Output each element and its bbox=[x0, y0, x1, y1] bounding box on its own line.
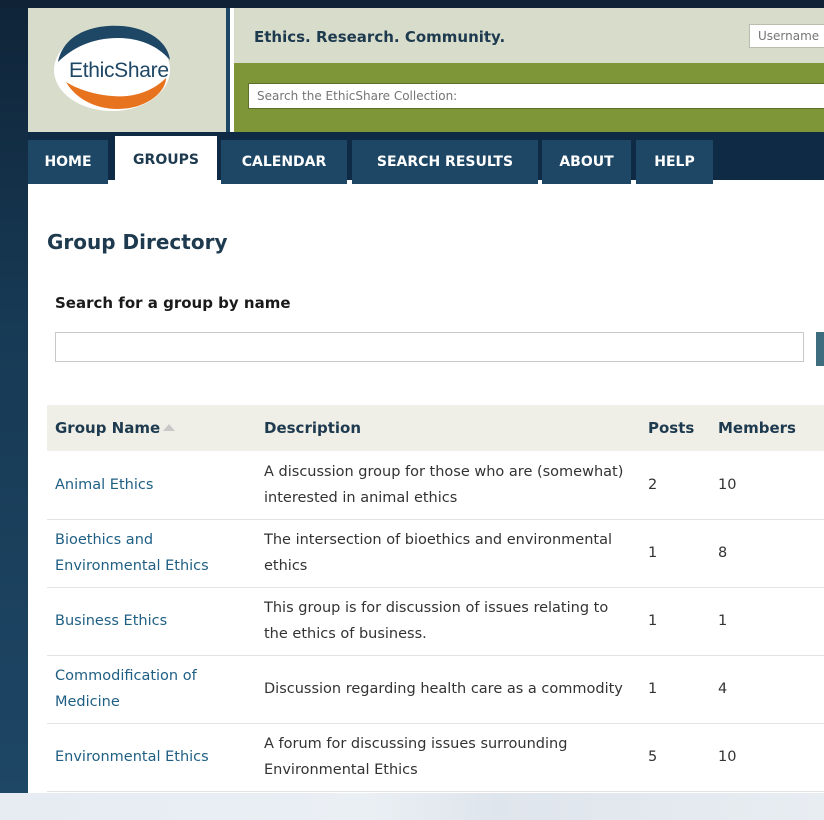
group-name-cell: Animal Ethics bbox=[47, 451, 255, 520]
nav-about[interactable]: ABOUT bbox=[542, 140, 631, 184]
header-group-name[interactable]: Group Name bbox=[47, 405, 255, 451]
group-table: Group Name Description Posts Members Ani… bbox=[47, 405, 824, 792]
group-link[interactable]: Environmental Ethics bbox=[55, 749, 209, 765]
tagline-bar: Ethics. Research. Community. bbox=[234, 8, 824, 63]
nav-groups[interactable]: GROUPS bbox=[115, 136, 217, 184]
group-name-cell: Environmental Ethics bbox=[47, 723, 255, 792]
group-link[interactable]: Commodification of Medicine bbox=[55, 668, 197, 710]
group-members: 4 bbox=[709, 655, 824, 724]
logo-text: EthicShare bbox=[69, 59, 169, 82]
group-posts: 5 bbox=[639, 723, 709, 792]
group-posts: 1 bbox=[639, 587, 709, 656]
header-posts[interactable]: Posts bbox=[639, 405, 709, 451]
page-background-left bbox=[0, 0, 30, 820]
header-members[interactable]: Members bbox=[709, 405, 824, 451]
page-background-top bbox=[0, 0, 824, 8]
group-posts: 1 bbox=[639, 655, 709, 724]
group-members: 10 bbox=[709, 451, 824, 520]
group-search-input[interactable] bbox=[55, 332, 804, 362]
group-description: This group is for discussion of issues r… bbox=[255, 587, 639, 656]
nav-home[interactable]: HOME bbox=[28, 140, 108, 184]
group-description: A forum for discussing issues surroundin… bbox=[255, 723, 639, 792]
page-title: Group Directory bbox=[47, 230, 228, 254]
group-members: 8 bbox=[709, 519, 824, 588]
bottom-strip bbox=[0, 793, 824, 820]
table-row: Business Ethics This group is for discus… bbox=[47, 587, 824, 656]
collection-search-bar bbox=[234, 63, 824, 132]
group-description: Discussion regarding health care as a co… bbox=[255, 655, 639, 724]
group-description: A discussion group for those who are (so… bbox=[255, 451, 639, 520]
group-posts: 1 bbox=[639, 519, 709, 588]
table-row: Animal Ethics A discussion group for tho… bbox=[47, 451, 824, 520]
group-link[interactable]: Animal Ethics bbox=[55, 477, 153, 493]
table-row: Bioethics and Environmental Ethics The i… bbox=[47, 519, 824, 588]
header: Ethics. Research. Community. bbox=[234, 8, 824, 132]
table-row: Environmental Ethics A forum for discuss… bbox=[47, 723, 824, 792]
group-link[interactable]: Business Ethics bbox=[55, 613, 167, 629]
group-posts: 2 bbox=[639, 451, 709, 520]
collection-search-input[interactable] bbox=[248, 83, 824, 109]
logo-area[interactable]: EthicShare bbox=[28, 8, 230, 132]
main-nav: HOME GROUPS CALENDAR SEARCH RESULTS ABOU… bbox=[28, 132, 824, 184]
sort-ascending-icon bbox=[163, 424, 176, 431]
nav-calendar[interactable]: CALENDAR bbox=[221, 140, 347, 184]
group-name-cell: Bioethics and Environmental Ethics bbox=[47, 519, 255, 588]
group-name-cell: Commodification of Medicine bbox=[47, 655, 255, 724]
group-link[interactable]: Bioethics and Environmental Ethics bbox=[55, 532, 209, 574]
header-description: Description bbox=[255, 405, 639, 451]
username-input[interactable] bbox=[749, 24, 824, 48]
tagline: Ethics. Research. Community. bbox=[254, 28, 506, 46]
nav-help[interactable]: HELP bbox=[636, 140, 713, 184]
group-search-label: Search for a group by name bbox=[55, 294, 291, 312]
group-members: 1 bbox=[709, 587, 824, 656]
group-search-button[interactable] bbox=[816, 332, 824, 366]
table-row: Commodification of Medicine Discussion r… bbox=[47, 655, 824, 724]
group-name-cell: Business Ethics bbox=[47, 587, 255, 656]
page-container: EthicShare Ethics. Research. Community. … bbox=[28, 8, 824, 793]
group-description: The intersection of bioethics and enviro… bbox=[255, 519, 639, 588]
group-members: 10 bbox=[709, 723, 824, 792]
table-header-row: Group Name Description Posts Members bbox=[47, 405, 824, 451]
nav-search-results[interactable]: SEARCH RESULTS bbox=[352, 140, 538, 184]
header-group-name-label: Group Name bbox=[55, 419, 161, 437]
